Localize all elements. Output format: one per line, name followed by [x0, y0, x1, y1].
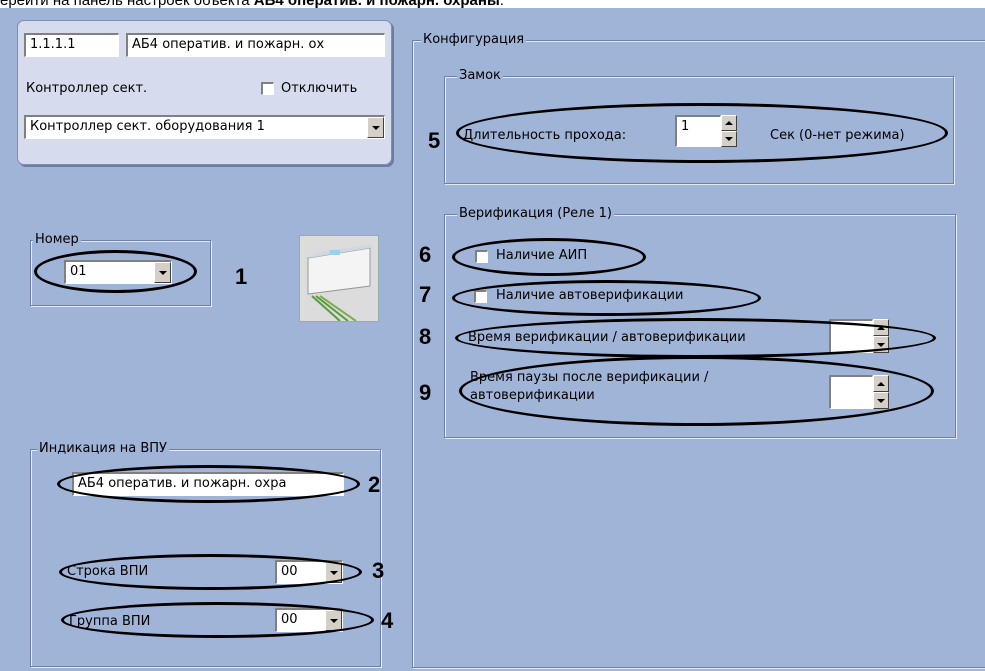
- object-header: 1.1.1.1 АБ4 оператив. и пожарн. ох Контр…: [17, 20, 392, 165]
- callout-oval-6: [452, 238, 646, 276]
- disable-checkbox[interactable]: [261, 82, 274, 95]
- callout-oval-1: [34, 250, 197, 293]
- callout-oval-3: [59, 554, 362, 590]
- caption-object-name: АБ4 оператив. и пожарн. охраны: [254, 0, 500, 8]
- object-name-field[interactable]: АБ4 оператив. и пожарн. ох: [126, 33, 385, 57]
- verification-group-legend: Верификация (Реле 1): [457, 206, 614, 222]
- callout-oval-8: [455, 318, 936, 358]
- callout-oval-4: [61, 602, 374, 638]
- callout-4: 4: [381, 608, 394, 633]
- disable-label: Отключить: [281, 81, 358, 96]
- page-caption: ерейти на панель настроек объекта АБ4 оп…: [0, 0, 985, 8]
- callout-9: 9: [419, 380, 432, 405]
- number-group-legend: Номер: [33, 232, 81, 248]
- parent-select[interactable]: Контроллер сект. оборудования 1: [24, 115, 385, 139]
- device-image: [300, 236, 378, 322]
- callout-1: 1: [235, 264, 248, 289]
- callout-7: 7: [419, 282, 432, 307]
- vpu-group-legend: Индикация на ВПУ: [37, 441, 169, 457]
- object-id-field[interactable]: 1.1.1.1: [24, 33, 119, 57]
- device-thumbnail: [299, 235, 379, 322]
- parent-select-button[interactable]: [367, 117, 384, 138]
- callout-2: 2: [368, 472, 381, 497]
- settings-panel: 1.1.1.1 АБ4 оператив. и пожарн. ох Контр…: [0, 8, 985, 671]
- callout-6: 6: [419, 242, 432, 267]
- callout-oval-5: [456, 103, 948, 163]
- config-group-legend: Конфигурация: [421, 32, 527, 48]
- callout-oval-7: [452, 280, 761, 316]
- callout-8: 8: [419, 324, 432, 349]
- chevron-down-icon: [371, 125, 380, 130]
- callout-oval-9: [459, 356, 934, 426]
- parent-label: Контроллер сект.: [26, 81, 148, 96]
- callout-3: 3: [372, 558, 385, 583]
- parent-select-value: Контроллер сект. оборудования 1: [30, 119, 265, 134]
- lock-group-legend: Замок: [457, 68, 503, 84]
- callout-oval-2: [57, 465, 360, 503]
- callout-5: 5: [428, 128, 441, 153]
